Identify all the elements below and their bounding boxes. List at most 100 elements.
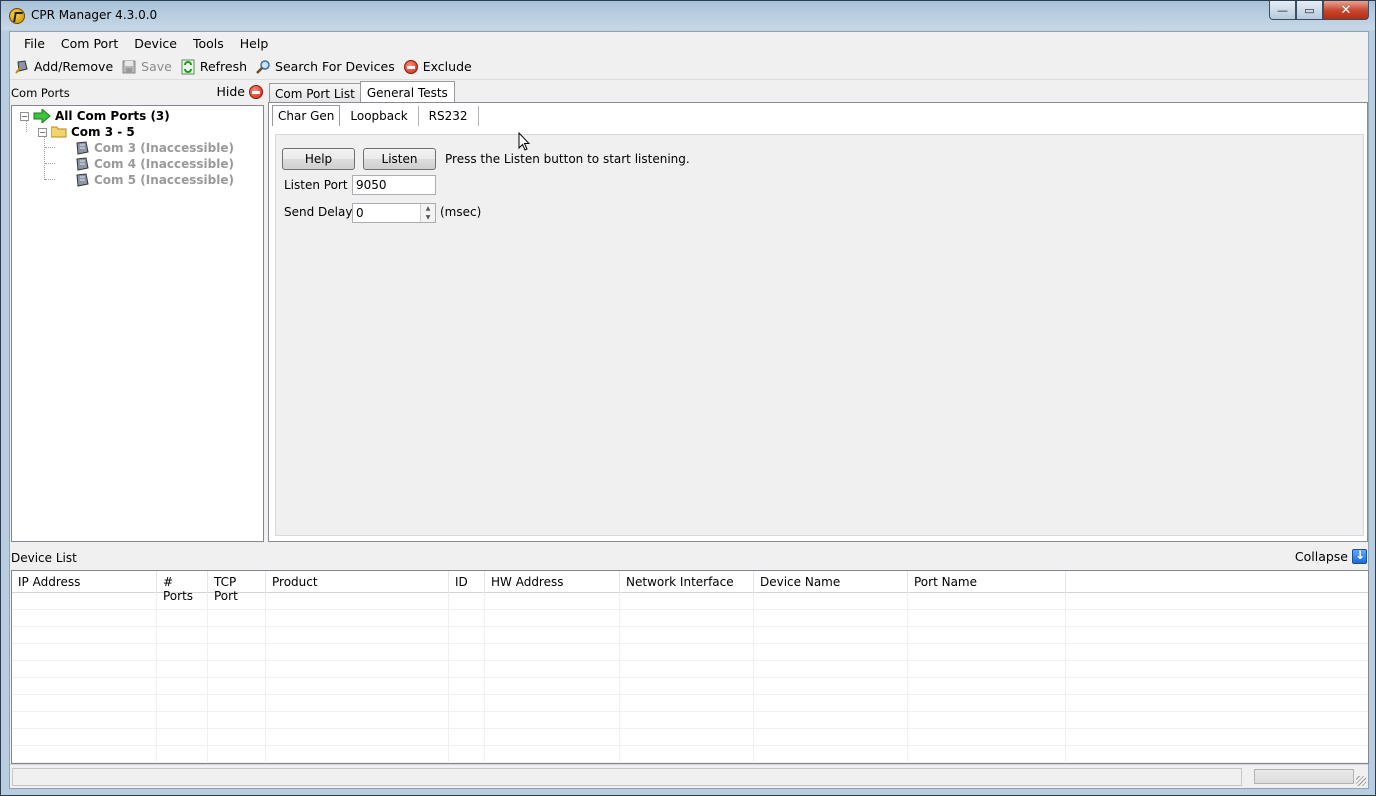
device-list-title: Device List <box>11 551 77 565</box>
exclude-label: Exclude <box>422 59 472 74</box>
col-product[interactable]: Product <box>266 571 449 593</box>
tab-rs232[interactable]: RS232 <box>419 106 479 126</box>
tab-general-tests[interactable]: General Tests <box>359 81 455 104</box>
magnifier-icon <box>255 59 271 75</box>
table-row[interactable] <box>12 712 1368 729</box>
collapse-label: Collapse <box>1294 549 1348 564</box>
tree-item-com3[interactable]: Com 3 (Inaccessible) <box>74 140 234 156</box>
green-arrow-icon <box>33 109 51 123</box>
col-ports[interactable]: # Ports <box>157 571 208 603</box>
table-row[interactable] <box>12 729 1368 746</box>
tree-connector <box>45 163 55 164</box>
hide-stop-icon <box>249 84 263 99</box>
tree-connector <box>45 147 55 148</box>
bell-icon <box>74 173 90 187</box>
tab-char-gen[interactable]: Char Gen <box>272 105 341 126</box>
com-ports-tree[interactable]: − All Com Ports (3) − Com 3 - 5 Com 3 (I… <box>11 105 264 542</box>
client-area: File Com Port Device Tools Help Add/Remo… <box>9 31 1369 789</box>
progress-bar <box>1254 769 1354 784</box>
resize-grip-icon[interactable] <box>1356 776 1366 786</box>
collapse-toggle[interactable]: − <box>38 127 47 137</box>
search-devices-button[interactable]: Search For Devices <box>253 56 401 78</box>
tree-group-label: Com 3 - 5 <box>71 125 135 139</box>
refresh-label: Refresh <box>199 59 248 74</box>
general-tests-page: Char Gen Loopback RS232 Help Listen Pres… <box>268 102 1368 542</box>
down-arrow-icon <box>1352 548 1367 564</box>
bell-icon <box>74 157 90 171</box>
spin-down-icon[interactable]: ▼ <box>421 213 435 222</box>
menu-tools[interactable]: Tools <box>185 36 232 51</box>
table-row[interactable] <box>12 661 1368 678</box>
menu-help[interactable]: Help <box>232 36 277 51</box>
exclude-button[interactable]: Exclude <box>401 56 478 78</box>
char-gen-panel: Help Listen Press the Listen button to s… <box>275 134 1364 536</box>
tree-item-all-com-ports[interactable]: − All Com Ports (3) <box>20 108 170 124</box>
send-delay-unit: (msec) <box>440 205 482 219</box>
table-row[interactable] <box>12 593 1368 610</box>
floppy-disk-icon <box>121 59 137 75</box>
bell-icon <box>74 141 90 155</box>
menu-device[interactable]: Device <box>126 36 185 51</box>
status-bar <box>10 764 1368 788</box>
menu-com-port[interactable]: Com Port <box>53 36 126 51</box>
refresh-icon <box>180 59 196 75</box>
tree-item-com4[interactable]: Com 4 (Inaccessible) <box>74 156 234 172</box>
tree-root-label: All Com Ports (3) <box>55 109 170 123</box>
minimize-button[interactable]: — <box>1269 1 1296 20</box>
menu-file[interactable]: File <box>16 36 53 51</box>
col-tcp-port[interactable]: TCP Port <box>208 571 266 603</box>
tree-item-com-group[interactable]: − Com 3 - 5 <box>38 124 135 140</box>
table-row[interactable] <box>12 610 1368 627</box>
col-port-name[interactable]: Port Name <box>908 571 1066 593</box>
tree-port-label: Com 3 (Inaccessible) <box>94 141 234 155</box>
add-remove-button[interactable]: Add/Remove <box>12 56 119 78</box>
send-delay-label: Send Delay <box>284 205 353 219</box>
save-label: Save <box>141 59 172 74</box>
table-row[interactable] <box>12 678 1368 695</box>
search-label: Search For Devices <box>275 59 395 74</box>
col-network-interface[interactable]: Network Interface <box>620 571 754 593</box>
maximize-button[interactable]: ▭ <box>1296 1 1323 20</box>
table-row[interactable] <box>12 627 1368 644</box>
listen-button[interactable]: Listen <box>363 148 436 170</box>
table-row[interactable] <box>12 695 1368 712</box>
device-list-header: Device List Collapse <box>11 548 1369 568</box>
close-button[interactable]: ✕ <box>1323 1 1369 20</box>
title-bar[interactable]: CPR Manager 4.3.0.0 — ▭ ✕ <box>1 1 1375 31</box>
col-ip-address[interactable]: IP Address <box>12 571 157 593</box>
help-button[interactable]: Help <box>282 148 355 170</box>
app-icon <box>9 8 25 24</box>
tree-item-com5[interactable]: Com 5 (Inaccessible) <box>74 172 234 188</box>
tab-loopback[interactable]: Loopback <box>340 106 419 126</box>
stop-icon <box>403 59 419 75</box>
status-text <box>12 768 1242 786</box>
spin-buttons: ▲ ▼ <box>420 204 435 222</box>
refresh-button[interactable]: Refresh <box>178 56 253 78</box>
menu-bar: File Com Port Device Tools Help <box>10 32 1368 54</box>
listen-status-text: Press the Listen button to start listeni… <box>445 152 690 166</box>
table-row[interactable] <box>12 746 1368 763</box>
listen-port-input[interactable]: 9050 <box>352 175 436 195</box>
collapse-toggle[interactable]: − <box>20 111 29 121</box>
add-remove-label: Add/Remove <box>34 59 114 74</box>
bell-edit-icon <box>14 59 30 75</box>
listen-port-label: Listen Port <box>284 178 348 192</box>
spin-up-icon[interactable]: ▲ <box>421 204 435 213</box>
col-hw-address[interactable]: HW Address <box>485 571 620 593</box>
main-tab-strip: Com Port List General Tests <box>269 81 455 104</box>
col-id[interactable]: ID <box>449 571 485 593</box>
table-row[interactable] <box>12 644 1368 661</box>
col-device-name[interactable]: Device Name <box>754 571 908 593</box>
tree-connector <box>45 179 55 180</box>
hide-label: Hide <box>216 84 246 99</box>
toolbar: Add/Remove Save Refresh Search For Devic… <box>10 54 1368 80</box>
app-window: CPR Manager 4.3.0.0 — ▭ ✕ File Com Port … <box>0 0 1376 796</box>
tree-port-label: Com 4 (Inaccessible) <box>94 157 234 171</box>
hide-button[interactable]: Hide <box>216 84 263 99</box>
save-button[interactable]: Save <box>119 56 178 78</box>
device-list-table[interactable]: IP Address # Ports TCP Port Product ID H… <box>11 570 1369 764</box>
com-ports-title: Com Ports <box>11 86 70 100</box>
tab-com-port-list[interactable]: Com Port List <box>269 83 361 103</box>
send-delay-stepper[interactable]: 0 ▲ ▼ <box>352 203 436 223</box>
collapse-button[interactable]: Collapse <box>1294 548 1367 564</box>
